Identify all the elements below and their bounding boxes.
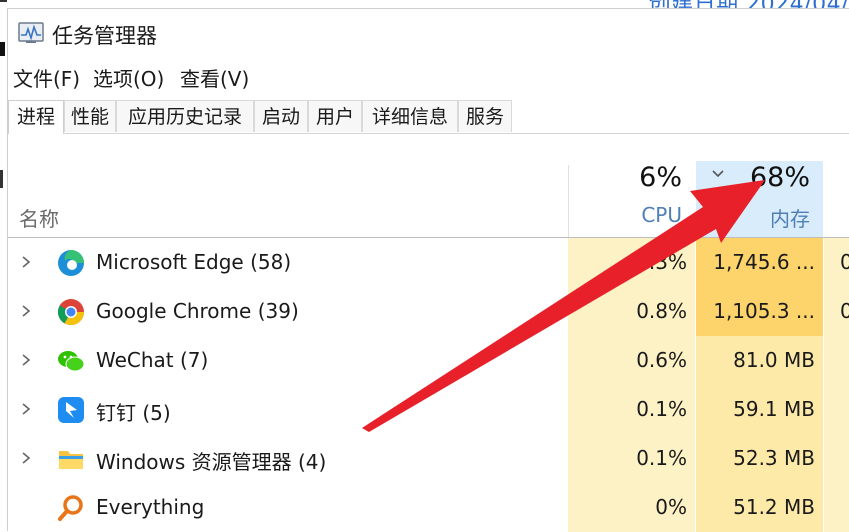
background-glyph	[0, 0, 7, 2]
process-row[interactable]: Google Chrome (39) 0.8% 1,105.3 ... 0	[8, 287, 849, 336]
tab-bar: 进程 性能 应用历史记录 启动 用户 详细信息 服务	[8, 100, 849, 134]
menu-view[interactable]: 查看(V)	[180, 63, 249, 92]
process-next-column	[824, 336, 849, 385]
process-memory: 1,105.3 ...	[696, 287, 823, 336]
background-window-edge	[0, 0, 7, 531]
process-memory: 59.1 MB	[696, 385, 823, 434]
process-row[interactable]: Windows 资源管理器 (4) 0.1% 52.3 MB	[8, 434, 849, 483]
process-name: Everything	[96, 495, 205, 519]
tab-users[interactable]: 用户	[308, 100, 362, 132]
process-cpu: 0.8%	[568, 287, 695, 336]
dingtalk-icon	[58, 397, 84, 423]
process-name: Microsoft Edge (58)	[96, 250, 292, 274]
process-cpu: 0.1%	[568, 385, 695, 434]
tab-processes[interactable]: 进程	[8, 100, 64, 134]
menu-bar: 文件(F) 选项(O) 查看(V)	[8, 61, 849, 93]
process-row[interactable]: Microsoft Edge (58) 4.3% 1,745.6 ... 0	[8, 238, 849, 287]
process-row[interactable]: Everything 0% 51.2 MB	[8, 483, 849, 532]
task-manager-window: 任务管理器 文件(F) 选项(O) 查看(V) 进程 性能 应用历史记录 启动 …	[7, 8, 849, 532]
process-next-column	[824, 385, 849, 434]
memory-total-percent: 68%	[749, 162, 810, 193]
menu-file[interactable]: 文件(F)	[13, 63, 80, 92]
tab-performance[interactable]: 性能	[64, 100, 116, 132]
process-cpu: 4.3%	[568, 238, 695, 287]
tab-services[interactable]: 服务	[458, 100, 512, 132]
chevron-right-icon[interactable]	[20, 401, 32, 417]
process-memory: 81.0 MB	[696, 336, 823, 385]
cpu-total-percent[interactable]: 6%	[568, 162, 682, 193]
column-header-memory-label: 内存	[770, 207, 810, 231]
chevron-right-icon[interactable]	[20, 450, 32, 466]
background-glyph	[0, 170, 3, 188]
edge-icon	[58, 250, 84, 276]
process-row[interactable]: WeChat (7) 0.6% 81.0 MB	[8, 336, 849, 385]
chrome-icon	[57, 299, 85, 326]
chevron-right-icon[interactable]	[20, 303, 32, 319]
menu-options[interactable]: 选项(O)	[93, 63, 164, 92]
chevron-right-icon[interactable]	[20, 352, 32, 368]
column-header-name[interactable]: 名称	[19, 203, 59, 232]
process-memory: 1,745.6 ...	[696, 238, 823, 287]
tab-details[interactable]: 详细信息	[362, 100, 458, 132]
window-title: 任务管理器	[52, 24, 157, 48]
process-next-column	[824, 434, 849, 483]
task-manager-icon	[18, 22, 44, 43]
process-memory: 51.2 MB	[696, 483, 823, 532]
process-name: 钉钉 (5)	[96, 401, 171, 425]
process-name: WeChat (7)	[96, 348, 209, 372]
process-cpu: 0.1%	[568, 434, 695, 483]
everything-search-icon	[58, 495, 83, 521]
process-next-column	[824, 483, 849, 532]
process-name: Google Chrome (39)	[96, 299, 299, 323]
wechat-icon	[58, 351, 85, 372]
chevron-right-icon[interactable]	[20, 254, 32, 270]
process-next-column: 0	[824, 238, 849, 287]
background-glyph	[0, 42, 5, 56]
process-row[interactable]: 钉钉 (5) 0.1% 59.1 MB	[8, 385, 849, 434]
process-cpu: 0%	[568, 483, 695, 532]
column-header-cpu[interactable]: CPU	[568, 203, 682, 227]
process-name: Windows 资源管理器 (4)	[96, 450, 327, 474]
folder-icon	[59, 451, 83, 469]
tab-app-history[interactable]: 应用历史记录	[116, 100, 254, 132]
process-next-column: 0	[824, 287, 849, 336]
process-memory: 52.3 MB	[696, 434, 823, 483]
tab-startup[interactable]: 启动	[254, 100, 308, 132]
title-bar[interactable]: 任务管理器	[8, 9, 849, 55]
process-cpu: 0.6%	[568, 336, 695, 385]
